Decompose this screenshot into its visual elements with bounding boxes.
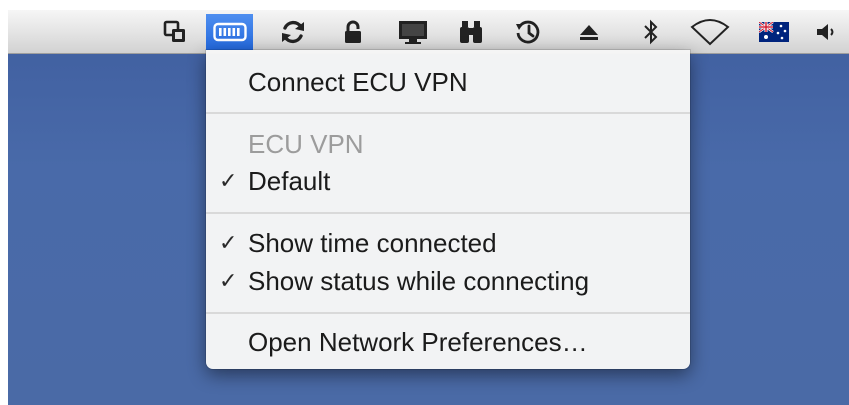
show-time-connected-label: Show time connected xyxy=(248,228,497,258)
bluetooth-icon[interactable] xyxy=(638,14,664,50)
connect-vpn-item[interactable]: Connect ECU VPN xyxy=(206,64,690,100)
binoculars-icon[interactable] xyxy=(454,14,488,50)
volume-icon[interactable] xyxy=(812,14,842,50)
menu-separator xyxy=(206,212,690,214)
default-config-item[interactable]: ✓ Default xyxy=(206,163,690,199)
display-icon[interactable] xyxy=(394,14,432,50)
show-status-connecting-item[interactable]: ✓ Show status while connecting xyxy=(206,263,690,299)
lock-icon[interactable] xyxy=(338,14,368,50)
vpn-config-header-label: ECU VPN xyxy=(248,129,364,159)
show-status-connecting-label: Show status while connecting xyxy=(248,266,590,296)
open-network-preferences-label: Open Network Preferences… xyxy=(248,327,588,357)
vpn-icon[interactable] xyxy=(206,14,253,50)
default-config-label: Default xyxy=(248,166,331,196)
time-machine-icon[interactable] xyxy=(510,14,546,50)
eject-icon[interactable] xyxy=(574,14,604,50)
checkmark-icon: ✓ xyxy=(219,168,238,193)
vpn-config-header: ECU VPN xyxy=(206,126,690,162)
menu-separator xyxy=(206,312,690,314)
show-time-connected-item[interactable]: ✓ Show time connected xyxy=(206,225,690,261)
screen: Connect ECU VPN ECU VPN ✓ Default ✓ Show… xyxy=(8,10,849,405)
connect-vpn-label: Connect ECU VPN xyxy=(248,67,468,97)
checkmark-icon: ✓ xyxy=(219,268,238,293)
sync-icon[interactable] xyxy=(276,14,310,50)
checkmark-icon: ✓ xyxy=(219,230,238,255)
australia-flag-icon[interactable] xyxy=(756,14,792,50)
window-switch-icon[interactable] xyxy=(158,14,192,50)
vpn-dropdown-menu: Connect ECU VPN ECU VPN ✓ Default ✓ Show… xyxy=(206,50,690,369)
menu-separator xyxy=(206,112,690,114)
open-network-preferences-item[interactable]: Open Network Preferences… xyxy=(206,324,690,360)
wifi-icon[interactable] xyxy=(687,14,733,50)
menu-bar xyxy=(8,10,849,54)
